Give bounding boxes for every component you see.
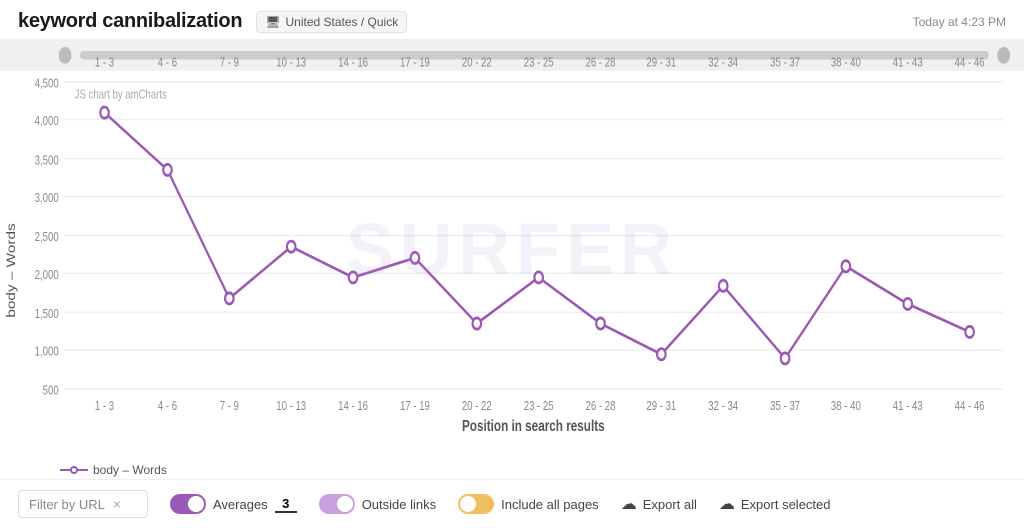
svg-text:23 - 25: 23 - 25 bbox=[524, 56, 554, 69]
svg-text:38 - 40: 38 - 40 bbox=[831, 400, 861, 413]
svg-text:41 - 43: 41 - 43 bbox=[893, 400, 923, 413]
outside-links-control: Outside links bbox=[319, 494, 436, 514]
app-container: keyword cannibalization 🖥 United States … bbox=[0, 0, 1024, 528]
svg-text:body – Words: body – Words bbox=[5, 223, 18, 318]
header: keyword cannibalization 🖥 United States … bbox=[0, 0, 1024, 40]
svg-text:17 - 19: 17 - 19 bbox=[400, 400, 430, 413]
svg-text:41 - 43: 41 - 43 bbox=[893, 56, 923, 69]
legend-label: body – Words bbox=[93, 463, 167, 477]
include-all-pages-control: Include all pages bbox=[458, 494, 599, 514]
svg-text:4,000: 4,000 bbox=[35, 115, 59, 128]
legend-area: body – Words bbox=[0, 459, 1024, 479]
include-all-pages-toggle[interactable] bbox=[458, 494, 494, 514]
svg-text:35 - 37: 35 - 37 bbox=[770, 400, 800, 413]
monitor-icon: 🖥 bbox=[265, 15, 280, 29]
svg-text:1,000: 1,000 bbox=[35, 346, 59, 359]
export-all-label: Export all bbox=[643, 497, 697, 512]
export-all-icon: ☁ bbox=[621, 494, 637, 514]
page-title: keyword cannibalization bbox=[18, 10, 242, 33]
svg-text:14 - 16: 14 - 16 bbox=[338, 56, 368, 69]
outside-links-label: Outside links bbox=[362, 497, 436, 512]
chart-area: SURFER 1 - 3 4 - 6 7 - 9 10 - 13 14 - 16… bbox=[0, 40, 1024, 459]
svg-text:44 - 46: 44 - 46 bbox=[955, 56, 985, 69]
svg-text:44 - 46: 44 - 46 bbox=[955, 400, 985, 413]
averages-input[interactable] bbox=[275, 496, 297, 513]
svg-text:500: 500 bbox=[43, 385, 59, 398]
averages-control: Averages bbox=[170, 494, 297, 514]
svg-text:38 - 40: 38 - 40 bbox=[831, 56, 861, 69]
filter-url-label: Filter by URL bbox=[29, 497, 105, 512]
svg-text:3,000: 3,000 bbox=[35, 192, 59, 205]
svg-text:7 - 9: 7 - 9 bbox=[220, 400, 239, 413]
outside-links-toggle[interactable] bbox=[319, 494, 355, 514]
outside-links-toggle-knob bbox=[337, 496, 353, 512]
export-selected-icon: ☁ bbox=[719, 494, 735, 514]
export-selected-label: Export selected bbox=[741, 497, 831, 512]
averages-toggle[interactable] bbox=[170, 494, 206, 514]
svg-text:26 - 28: 26 - 28 bbox=[586, 400, 616, 413]
include-all-pages-toggle-knob bbox=[460, 496, 476, 512]
timestamp: Today at 4:23 PM bbox=[913, 15, 1006, 29]
export-all-button[interactable]: ☁ Export all bbox=[621, 494, 697, 514]
filter-url-box[interactable]: Filter by URL × bbox=[18, 490, 148, 518]
svg-text:10 - 13: 10 - 13 bbox=[276, 400, 306, 413]
chart-svg: 1 - 3 4 - 6 7 - 9 10 - 13 14 - 16 17 - 1… bbox=[0, 40, 1024, 459]
svg-text:4,500: 4,500 bbox=[35, 77, 59, 90]
svg-text:32 - 34: 32 - 34 bbox=[708, 400, 738, 413]
svg-text:2,500: 2,500 bbox=[35, 231, 59, 244]
svg-text:17 - 19: 17 - 19 bbox=[400, 56, 430, 69]
include-all-pages-label: Include all pages bbox=[501, 497, 599, 512]
svg-text:1,500: 1,500 bbox=[35, 308, 59, 321]
svg-text:1 - 3: 1 - 3 bbox=[95, 400, 114, 413]
svg-text:7 - 9: 7 - 9 bbox=[220, 56, 239, 69]
svg-text:26 - 28: 26 - 28 bbox=[586, 56, 616, 69]
svg-text:1 - 3: 1 - 3 bbox=[95, 56, 114, 69]
svg-text:10 - 13: 10 - 13 bbox=[276, 56, 306, 69]
location-badge: 🖥 United States / Quick bbox=[256, 11, 407, 33]
location-text: United States / Quick bbox=[286, 15, 399, 29]
svg-text:32 - 34: 32 - 34 bbox=[708, 56, 738, 69]
svg-text:20 - 22: 20 - 22 bbox=[462, 56, 492, 69]
averages-toggle-knob bbox=[188, 496, 204, 512]
filter-url-clear-button[interactable]: × bbox=[113, 496, 121, 512]
svg-text:29 - 31: 29 - 31 bbox=[646, 400, 676, 413]
svg-text:4 - 6: 4 - 6 bbox=[158, 400, 177, 413]
svg-text:3,500: 3,500 bbox=[35, 154, 59, 167]
averages-label: Averages bbox=[213, 497, 268, 512]
svg-text:35 - 37: 35 - 37 bbox=[770, 56, 800, 69]
header-left: keyword cannibalization 🖥 United States … bbox=[18, 10, 407, 33]
export-selected-button[interactable]: ☁ Export selected bbox=[719, 494, 831, 514]
legend-item-body-words: body – Words bbox=[60, 463, 167, 477]
svg-text:4 - 6: 4 - 6 bbox=[158, 56, 177, 69]
bottom-toolbar: Filter by URL × Averages Outside links I… bbox=[0, 479, 1024, 528]
svg-text:2,000: 2,000 bbox=[35, 269, 59, 282]
svg-text:Position in search results: Position in search results bbox=[462, 418, 605, 435]
svg-text:14 - 16: 14 - 16 bbox=[338, 400, 368, 413]
svg-text:20 - 22: 20 - 22 bbox=[462, 400, 492, 413]
svg-text:JS chart by amCharts: JS chart by amCharts bbox=[75, 89, 168, 102]
svg-text:29 - 31: 29 - 31 bbox=[646, 56, 676, 69]
svg-text:23 - 25: 23 - 25 bbox=[524, 400, 554, 413]
